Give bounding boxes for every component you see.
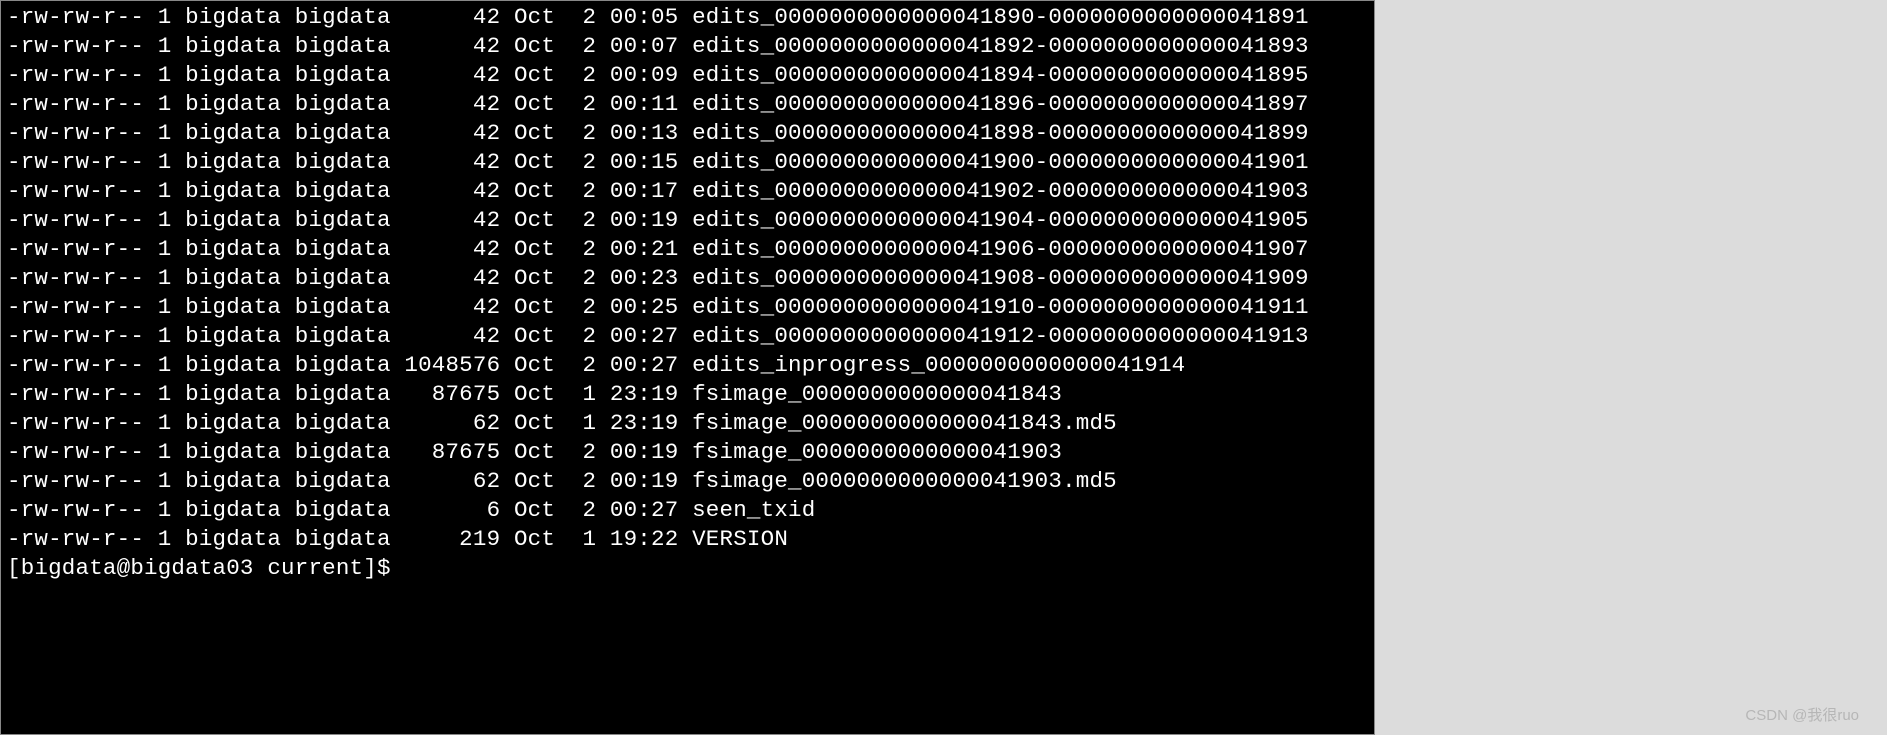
shell-prompt[interactable]: [bigdata@bigdata03 current]$ (7, 554, 1368, 583)
watermark-text: CSDN @我很ruo (1745, 704, 1859, 725)
terminal-window[interactable]: -rw-rw-r-- 1 bigdata bigdata 42 Oct 2 00… (0, 0, 1375, 735)
ls-output: -rw-rw-r-- 1 bigdata bigdata 42 Oct 2 00… (7, 3, 1368, 554)
